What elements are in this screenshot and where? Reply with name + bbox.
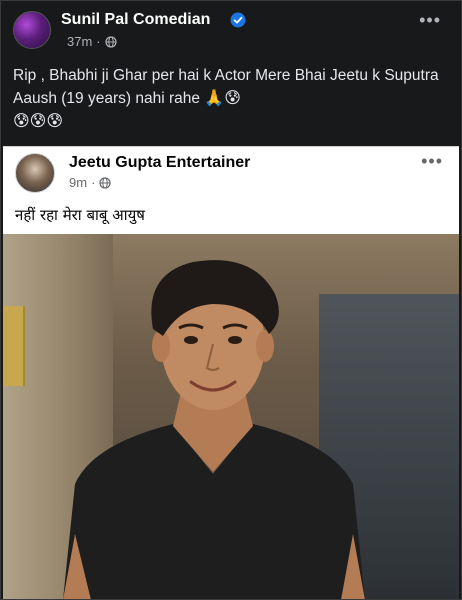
avatar[interactable] — [13, 11, 51, 49]
screenshot-frame: Sunil Pal Comedian 37m · ••• Rip , Bhabh… — [0, 0, 462, 600]
shared-post-text: नहीं रहा मेरा बाबू आयुष — [15, 206, 145, 224]
post-time[interactable]: 37m — [67, 34, 92, 49]
post-text: Rip , Bhabhi ji Ghar per hai k Actor Mer… — [13, 65, 449, 133]
more-options-icon[interactable]: ••• — [419, 10, 441, 31]
post-text-emojis-line2: 😰😰😰 — [13, 111, 64, 130]
verified-badge-icon — [230, 12, 246, 28]
meta-separator: · — [96, 34, 101, 49]
person-illustration — [63, 260, 365, 599]
post-meta: 37m · — [67, 34, 117, 49]
meta-separator: · — [91, 175, 96, 190]
post-text-emojis: 🙏😰 — [204, 88, 241, 107]
globe-icon — [105, 35, 117, 48]
shared-post-card: Jeetu Gupta Entertainer 9m · ••• नहीं रह… — [3, 146, 459, 599]
post-photo[interactable] — [3, 234, 459, 599]
shared-post-time[interactable]: 9m — [69, 175, 87, 190]
globe-icon — [99, 176, 112, 189]
more-options-icon[interactable]: ••• — [421, 151, 443, 172]
author-name[interactable]: Sunil Pal Comedian — [61, 11, 210, 29]
shared-post-meta: 9m · — [69, 175, 112, 190]
shared-post-avatar[interactable] — [15, 153, 55, 193]
shared-post-author[interactable]: Jeetu Gupta Entertainer — [69, 154, 250, 172]
outer-post-header: Sunil Pal Comedian 37m · ••• — [1, 1, 461, 53]
